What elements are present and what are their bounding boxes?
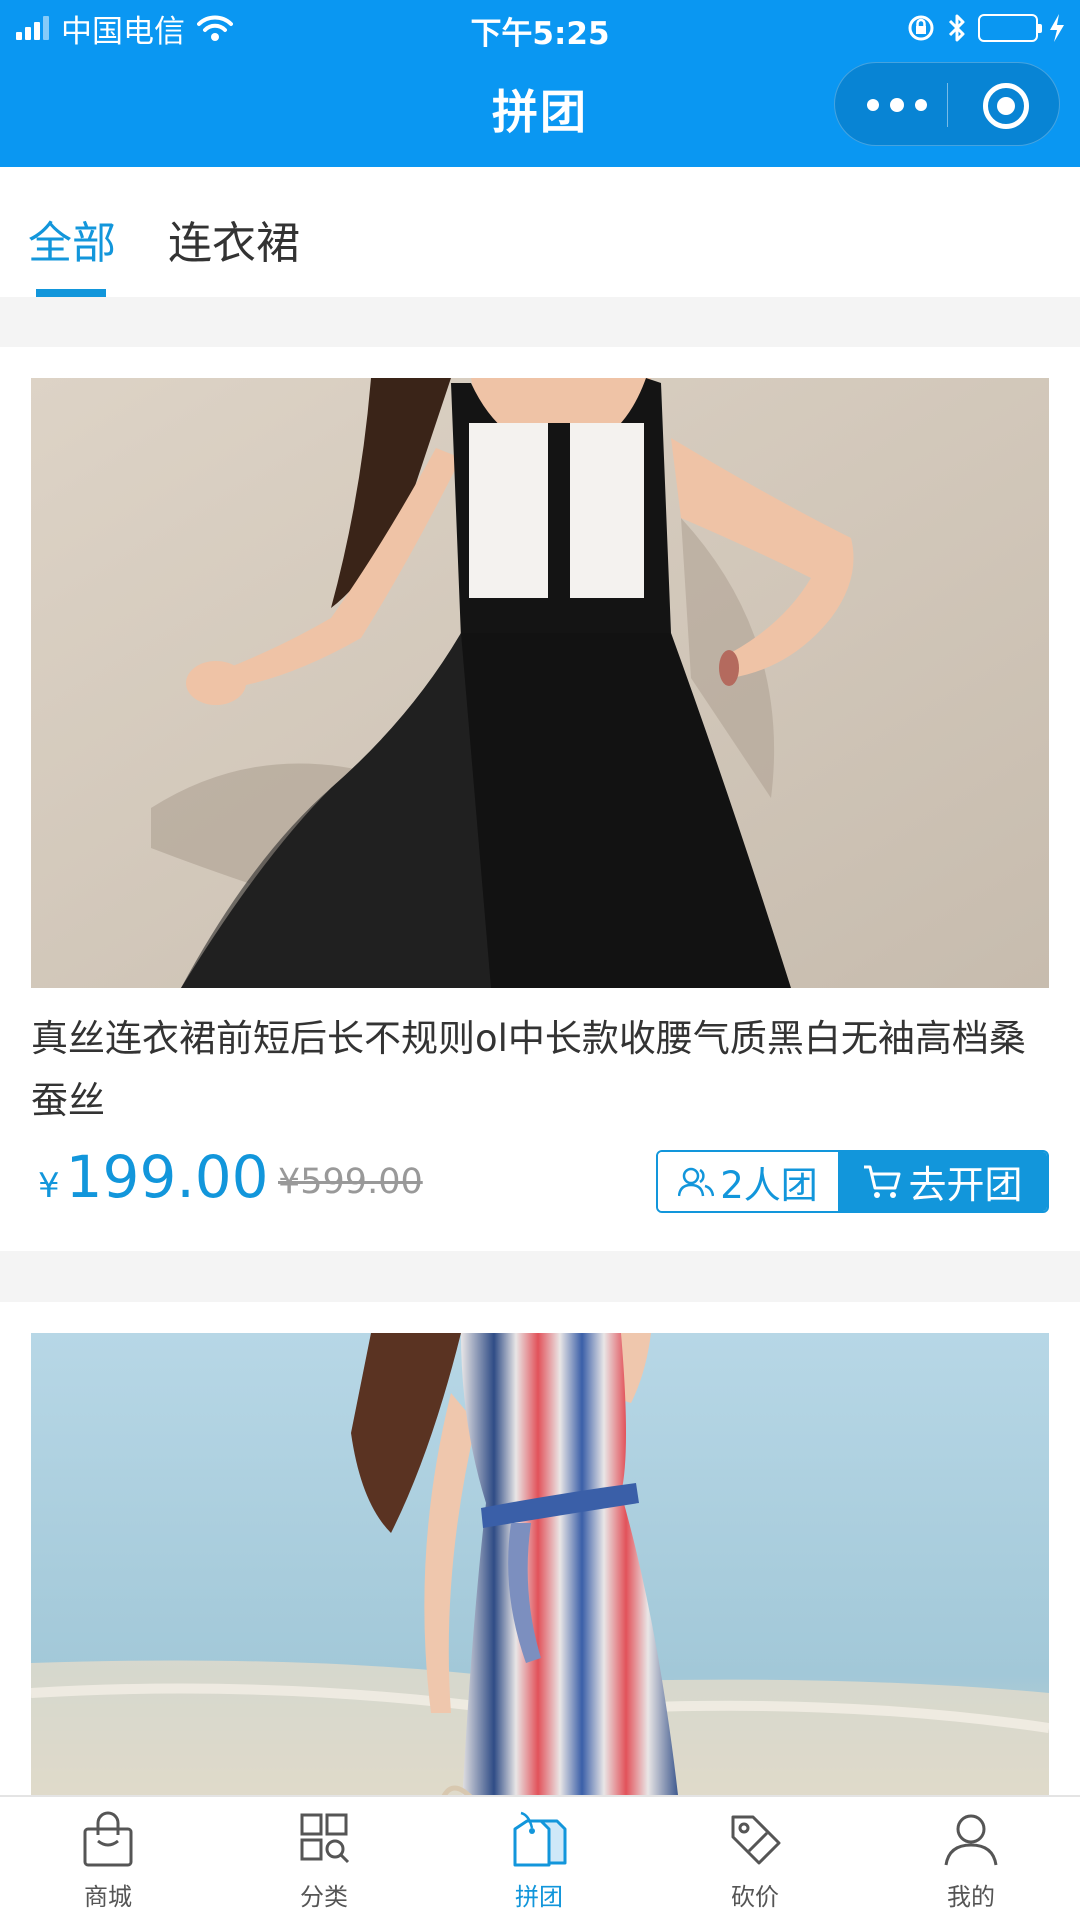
cart-icon bbox=[864, 1165, 901, 1198]
top-bar: 中国电信 下午5:25 拼团 bbox=[0, 0, 1080, 167]
active-tab-indicator bbox=[36, 289, 106, 297]
grid-search-icon bbox=[300, 1813, 350, 1864]
bottom-nav: 商城 分类 拼团 砍价 我的 bbox=[0, 1795, 1080, 1920]
close-miniprogram-icon[interactable] bbox=[983, 83, 1029, 129]
user-icon bbox=[944, 1814, 998, 1866]
nav-label: 分类 bbox=[300, 1883, 348, 1911]
currency-symbol: ¥ bbox=[38, 1166, 60, 1206]
go-start-group[interactable]: 去开团 bbox=[838, 1152, 1047, 1211]
nav-item-category[interactable]: 分类 bbox=[264, 1809, 384, 1912]
nav-item-mall[interactable]: 商城 bbox=[48, 1809, 168, 1912]
nav-item-bargain[interactable]: 砍价 bbox=[695, 1809, 815, 1912]
go-start-group-label: 去开团 bbox=[908, 1163, 1023, 1207]
product-name[interactable]: 真丝连衣裙前短后长不规则ol中长款收腰气质黑白无袖高档桑蚕丝 bbox=[31, 1008, 1051, 1132]
group-size-label: 2人团 bbox=[720, 1163, 818, 1207]
price-value: 199.00 bbox=[65, 1143, 269, 1211]
app-root: 中国电信 下午5:25 拼团 全部 连衣裙 真丝连衣裙前短后长不规则ol中长款收… bbox=[0, 0, 1080, 1920]
nav-label: 我的 bbox=[947, 1883, 995, 1911]
start-group-button[interactable]: 2人团 去开团 bbox=[656, 1150, 1049, 1213]
tab-dresses[interactable]: 连衣裙 bbox=[168, 207, 300, 271]
status-right bbox=[906, 8, 1066, 48]
status-bar: 中国电信 下午5:25 bbox=[0, 0, 1080, 56]
discount-tag-icon bbox=[731, 1815, 781, 1865]
tab-all[interactable]: 全部 bbox=[28, 207, 116, 271]
bluetooth-icon bbox=[948, 14, 965, 42]
product-image[interactable] bbox=[31, 1333, 1049, 1822]
bag-icon bbox=[83, 1811, 133, 1867]
product-image[interactable] bbox=[31, 378, 1049, 988]
miniprogram-capsule bbox=[834, 62, 1060, 146]
group-price: ¥199.00 bbox=[38, 1142, 269, 1221]
group-size-badge: 2人团 bbox=[658, 1152, 838, 1211]
price-tag-icon bbox=[513, 1811, 567, 1867]
product-card[interactable]: 真丝连衣裙前短后长不规则ol中长款收腰气质黑白无袖高档桑蚕丝 ¥199.00 ¥… bbox=[0, 347, 1080, 1251]
group-users-icon bbox=[678, 1167, 715, 1196]
nav-item-group-buy[interactable]: 拼团 bbox=[479, 1809, 599, 1912]
nav-label: 拼团 bbox=[515, 1883, 563, 1911]
nav-label: 商城 bbox=[84, 1883, 132, 1911]
nav-label: 砍价 bbox=[731, 1883, 779, 1911]
rotation-lock-icon bbox=[908, 15, 934, 41]
product-card[interactable] bbox=[0, 1302, 1080, 1822]
capsule-divider bbox=[947, 83, 948, 127]
more-icon[interactable] bbox=[867, 91, 927, 119]
battery-icon bbox=[978, 14, 1042, 42]
nav-item-mine[interactable]: 我的 bbox=[911, 1809, 1031, 1912]
charging-icon bbox=[1050, 14, 1064, 42]
original-price: ¥599.00 bbox=[278, 1162, 423, 1202]
category-tabs: 全部 连衣裙 bbox=[0, 167, 1080, 297]
